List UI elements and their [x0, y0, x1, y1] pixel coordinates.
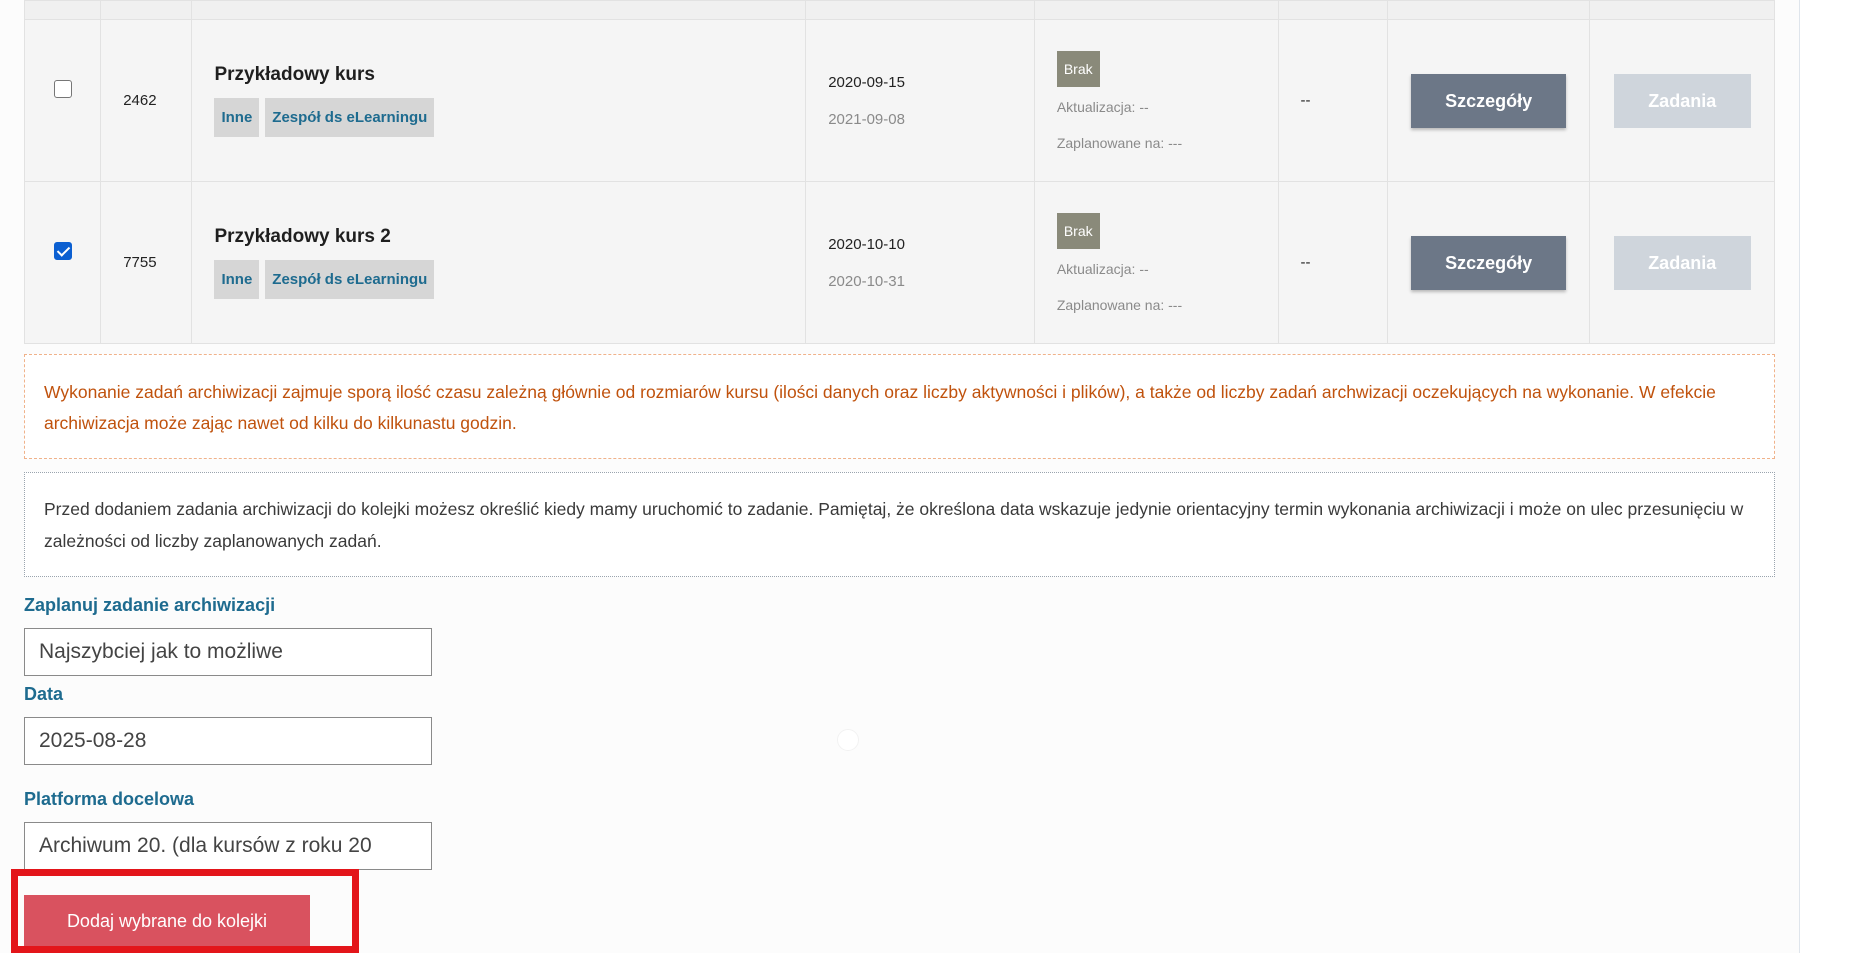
- course-end-date: 2021-09-08: [828, 110, 905, 128]
- course-tag[interactable]: Zespół ds eLearningu: [265, 260, 435, 299]
- course-select-checkbox[interactable]: [53, 241, 72, 260]
- archive-time-warning: Wykonanie zadań archiwizacji zajmuje spo…: [24, 354, 1775, 459]
- course-tags: Inne Zespół ds eLearningu: [214, 98, 805, 137]
- course-end-date: 2020-10-31: [828, 272, 905, 290]
- schedule-info-notice: Przed dodaniem zadania archiwizacji do k…: [24, 472, 1775, 577]
- course-id: 7755: [100, 181, 193, 344]
- page-area: 2462 Przykładowy kurs Inne Zespół ds eLe…: [0, 0, 1800, 953]
- schedule-label: Zaplanuj zadanie archiwizacji: [24, 595, 276, 615]
- course-name: Przykładowy kurs: [214, 64, 375, 85]
- status-badge: Brak: [1056, 212, 1100, 249]
- course-start-date: 2020-09-15: [828, 73, 905, 91]
- schedule-select[interactable]: Najszybciej jak to możliwe: [24, 628, 432, 676]
- course-id: 2462: [100, 19, 193, 182]
- planned-status: Zaplanowane na: ---: [1056, 296, 1183, 313]
- course-name: Przykładowy kurs 2: [214, 226, 391, 247]
- course-start-date: 2020-10-10: [828, 235, 905, 253]
- details-button[interactable]: Szczegóły: [1411, 235, 1567, 290]
- update-status: Aktualizacja: --: [1056, 98, 1149, 115]
- add-to-queue-button[interactable]: Dodaj wybrane do kolejki: [24, 895, 310, 947]
- platform-select[interactable]: Archiwum 20. (dla kursów z roku 20: [24, 822, 432, 870]
- table-row: 7755 Przykładowy kurs 2 Inne Zespół ds e…: [23, 181, 1775, 344]
- date-input[interactable]: 2025-08-28: [24, 717, 432, 765]
- table-header-row: [23, 0, 1775, 20]
- tasks-button[interactable]: Zadania: [1613, 73, 1751, 128]
- course-tag[interactable]: Inne: [214, 98, 260, 137]
- details-button[interactable]: Szczegóły: [1411, 73, 1567, 128]
- extra-value: --: [1277, 181, 1388, 344]
- course-tags: Inne Zespół ds eLearningu: [214, 260, 805, 299]
- course-tag[interactable]: Inne: [214, 260, 260, 299]
- extra-value: --: [1277, 19, 1388, 182]
- cursor-indicator: [837, 729, 859, 751]
- tasks-button[interactable]: Zadania: [1613, 235, 1751, 290]
- platform-label: Platforma docelowa: [24, 789, 195, 809]
- course-table: 2462 Przykładowy kurs Inne Zespół ds eLe…: [23, 0, 1775, 344]
- update-status: Aktualizacja: --: [1056, 260, 1149, 277]
- course-select-checkbox[interactable]: [53, 79, 72, 98]
- date-label: Data: [24, 684, 64, 704]
- status-badge: Brak: [1056, 50, 1100, 87]
- table-row: 2462 Przykładowy kurs Inne Zespół ds eLe…: [23, 19, 1775, 182]
- course-tag[interactable]: Zespół ds eLearningu: [265, 98, 435, 137]
- planned-status: Zaplanowane na: ---: [1056, 134, 1183, 151]
